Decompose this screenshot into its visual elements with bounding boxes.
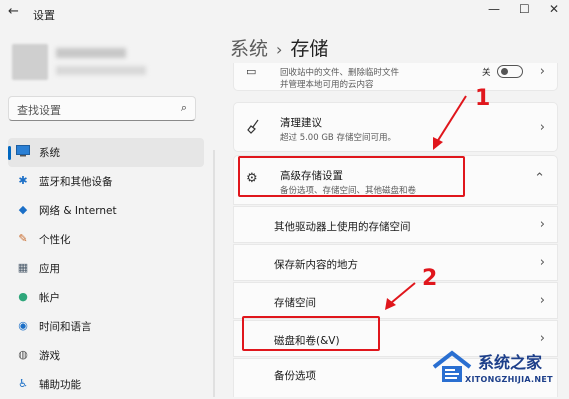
arrow-2-line xyxy=(390,282,416,304)
annotation-number-1: 1 xyxy=(475,86,491,111)
arrow-1-line xyxy=(436,95,467,143)
annotation-number-2: 2 xyxy=(422,266,438,291)
watermark-text: 系统之家 xyxy=(478,353,543,372)
watermark-url: XITONGZHIJIA.NET xyxy=(465,375,553,384)
annotation-arrows xyxy=(385,95,467,310)
